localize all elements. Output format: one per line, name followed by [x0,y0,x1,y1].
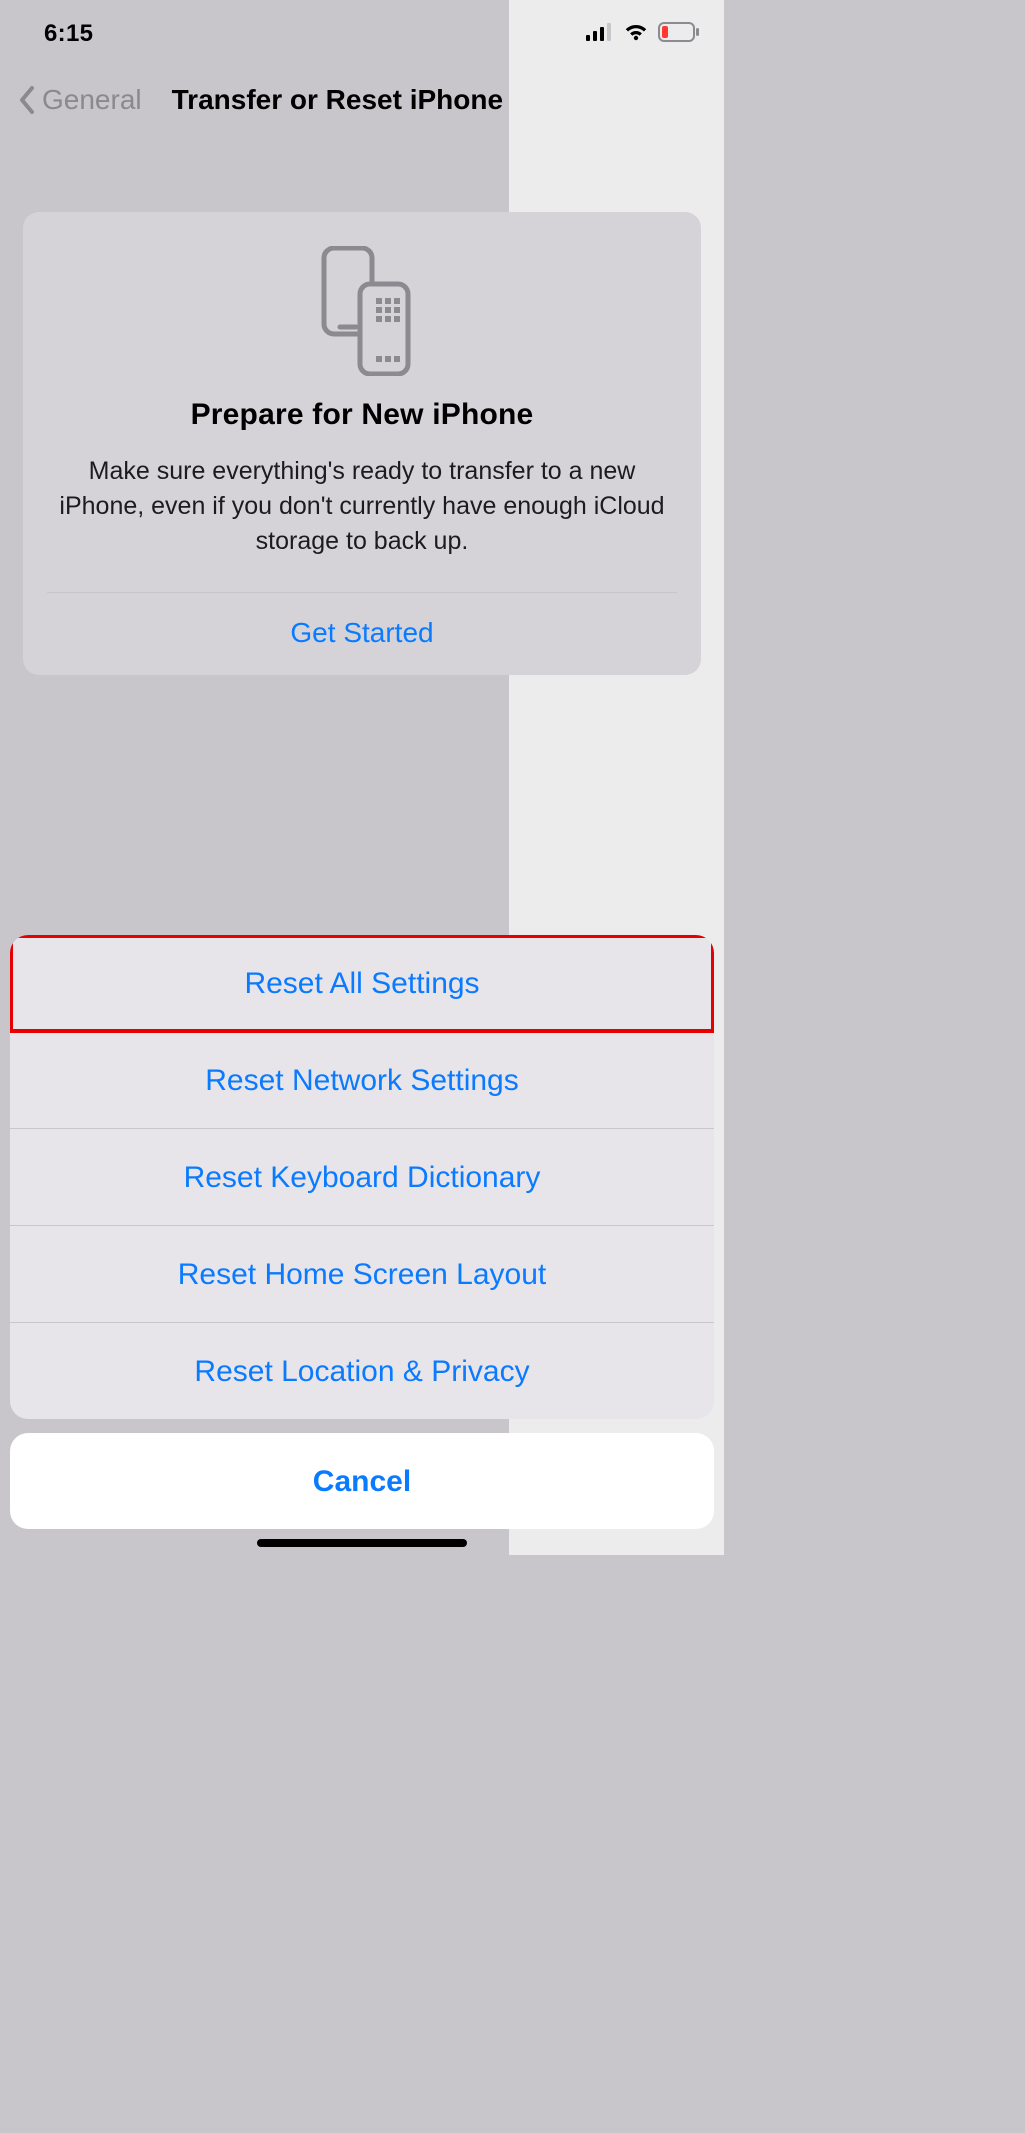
prepare-card: Prepare for New iPhone Make sure everyth… [23,212,701,675]
reset-action-sheet: Reset All SettingsReset Network Settings… [10,935,714,1529]
cancel-button[interactable]: Cancel [10,1433,714,1529]
home-indicator [257,1539,467,1547]
action-sheet-group: Reset All SettingsReset Network Settings… [10,935,714,1419]
navigation-bar: General Transfer or Reset iPhone [0,58,724,140]
get-started-button[interactable]: Get Started [23,593,701,675]
cellular-signal-icon [586,23,614,46]
prepare-body: Make sure everything's ready to transfer… [23,454,701,592]
page-title: Transfer or Reset iPhone [172,84,503,116]
back-label: General [42,84,142,116]
sheet-item-reset-home-screen-layout[interactable]: Reset Home Screen Layout [10,1226,714,1323]
battery-low-icon [658,22,700,47]
two-phones-icon [23,246,701,376]
prepare-title: Prepare for New iPhone [23,398,701,432]
status-icons [586,22,700,47]
back-button[interactable]: General [18,84,142,116]
sheet-item-reset-network-settings[interactable]: Reset Network Settings [10,1032,714,1129]
wifi-icon [623,22,649,46]
sheet-item-reset-keyboard-dictionary[interactable]: Reset Keyboard Dictionary [10,1129,714,1226]
chevron-left-icon [18,85,38,115]
sheet-item-reset-all-settings[interactable]: Reset All Settings [10,935,714,1032]
status-time: 6:15 [44,20,93,48]
sheet-item-reset-location-privacy[interactable]: Reset Location & Privacy [10,1323,714,1419]
status-bar: 6:15 [0,0,724,58]
